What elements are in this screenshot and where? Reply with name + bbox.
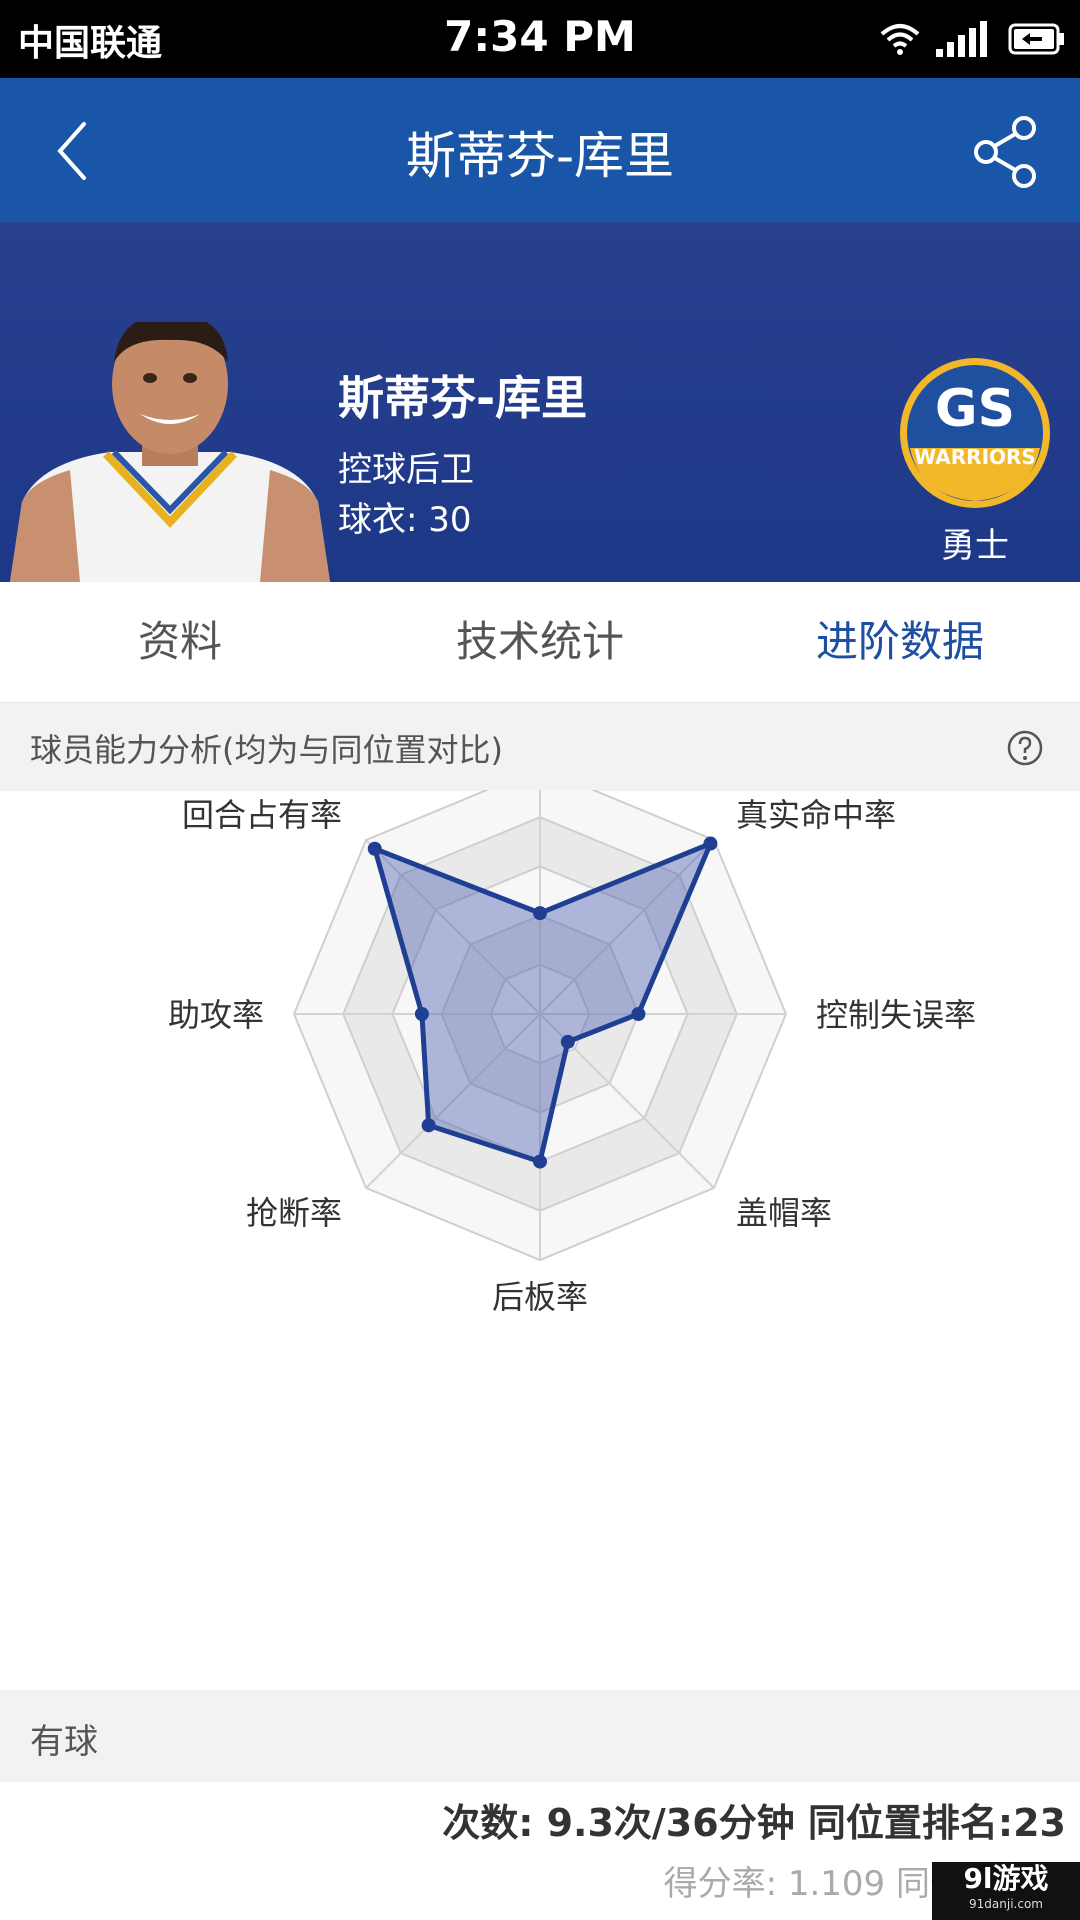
radar-data-point [533,906,547,921]
status-bar: 中国联通 7:34 PM [0,0,1080,78]
tab-advanced[interactable]: 进阶数据 [720,582,1080,702]
team-logo-text: GS [935,379,1015,439]
nav-bar: 斯蒂芬-库里 [0,78,1080,222]
tab-bar: 资料 技术统计 进阶数据 [0,582,1080,702]
radar-data-point [560,1034,575,1049]
player-position: 控球后卫 [338,450,474,490]
radar-axis-label: 真实命中率 [736,796,896,834]
player-name: 斯蒂芬-库里 [338,371,588,425]
help-icon[interactable] [1006,729,1044,767]
status-icons [880,16,1066,62]
radar-axis-label: 后板率 [492,1278,588,1316]
possession-section-title: 有球 [30,1722,98,1762]
possession-count-stat: 次数: 9.3次/36分钟 同位置排名:23 [442,1801,1066,1845]
radar-data-point [421,1118,436,1133]
tab-profile[interactable]: 资料 [0,582,360,702]
team-name[interactable]: 勇士 [898,518,1052,567]
share-icon[interactable] [968,114,1044,190]
player-photo [10,322,330,582]
radar-data-point [414,1007,429,1021]
signal-icon [936,21,987,57]
player-jersey: 球衣: 30 [338,500,472,540]
ability-section-header: 球员能力分析(均为与同位置对比) [0,702,1080,791]
possession-section-header: 有球 [0,1690,1080,1782]
watermark-brand: 9l游戏 [963,1862,1049,1895]
radar-axis-label: 盖帽率 [736,1194,832,1232]
watermark-logo: 9l游戏 91danji.com [932,1862,1080,1920]
wifi-icon [880,24,920,55]
ability-section-title: 球员能力分析(均为与同位置对比) [30,731,503,769]
radar-data-point [631,1007,646,1021]
radar-data-point [703,836,718,851]
radar-data-point [533,1154,547,1169]
battery-icon [1008,23,1064,55]
tab-stats[interactable]: 技术统计 [360,582,720,702]
page-title: 斯蒂芬-库里 [405,127,675,185]
radar-data-point [367,841,382,856]
team-logo-subtext: WARRIORS [914,445,1036,469]
radar-axis-label: 抢断率 [246,1194,342,1232]
watermark-url: 91danji.com [969,1897,1043,1911]
radar-axis-label: 控制失误率 [816,996,976,1034]
radar-axis-label: 回合占有率 [182,796,342,834]
radar-axis-label: 助攻率 [168,996,264,1034]
player-header: 斯蒂芬-库里 控球后卫 球衣: 30 GS WARRIORS 勇士 [0,222,1080,582]
team-logo[interactable]: GS WARRIORS [898,356,1052,510]
radar-chart: 前板率真实命中率控制失误率盖帽率后板率抢断率助攻率回合占有率 [168,790,976,1316]
